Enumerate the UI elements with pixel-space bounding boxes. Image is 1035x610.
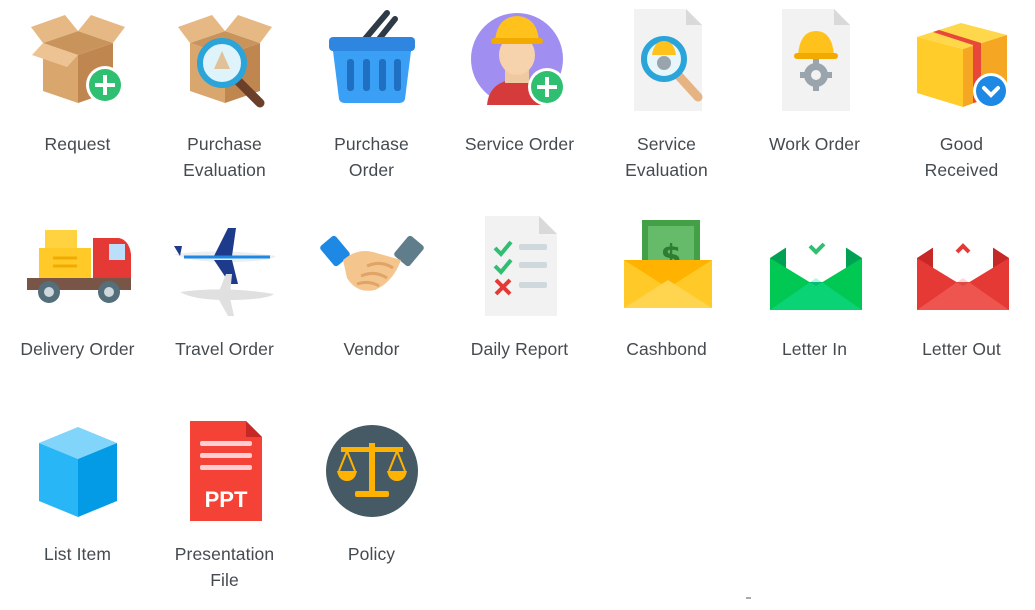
policy-tile[interactable]: Policy [298, 413, 445, 567]
box-magnifier-icon [177, 15, 272, 108]
good-received-label: Good Received [924, 134, 999, 180]
cashbond-label: Cashbond [626, 339, 707, 359]
service-evaluation-label: Service Evaluation [625, 134, 708, 180]
shopping-basket-icon [328, 10, 415, 103]
daily-report-tile[interactable]: Daily Report [446, 208, 593, 362]
delivery-truck-icon [26, 230, 131, 303]
delivery-order-label: Delivery Order [20, 339, 135, 359]
document-magnifier-icon [633, 9, 702, 111]
travel-order-label: Travel Order [175, 339, 274, 359]
cube-icon [38, 427, 117, 517]
purchase-order-tile[interactable]: Purchase Order [298, 3, 445, 183]
handshake-icon [319, 235, 424, 291]
ppt-file-icon: PPT [189, 421, 262, 521]
vendor-label: Vendor [343, 339, 400, 359]
presentation-file-tile[interactable]: PPT Presentation File [151, 413, 298, 593]
request-label: Request [44, 134, 111, 154]
checklist-icon [484, 216, 557, 316]
daily-report-label: Daily Report [470, 339, 569, 359]
vendor-tile[interactable]: Vendor [298, 208, 445, 362]
letter-in-tile[interactable]: Letter In [741, 208, 888, 362]
work-order-tile[interactable]: Work Order [741, 3, 888, 157]
menu-grid: Request Purchase Evaluation Purchase Ord… [0, 0, 1035, 610]
ppt-text: PPT [204, 487, 247, 512]
list-item-tile[interactable]: List Item [4, 413, 151, 567]
work-order-label: Work Order [768, 134, 861, 154]
envelope-out-icon [916, 222, 1009, 310]
policy-label: Policy [347, 544, 396, 564]
package-download-icon [916, 23, 1009, 109]
service-order-tile[interactable]: Service Order [446, 3, 593, 157]
envelope-in-icon [769, 222, 862, 310]
list-item-label: List Item [43, 544, 112, 564]
request-box-plus-icon [30, 15, 125, 104]
scales-icon [325, 425, 418, 517]
purchase-evaluation-tile[interactable]: Purchase Evaluation [151, 3, 298, 183]
letter-in-label: Letter In [781, 339, 848, 359]
request-tile[interactable]: Request [4, 3, 151, 157]
document-helmet-gear-icon [781, 9, 850, 111]
good-received-tile[interactable]: Good Received [888, 3, 1035, 183]
purchase-evaluation-label: Purchase Evaluation [183, 134, 266, 180]
letter-out-label: Letter Out [922, 339, 1001, 359]
cursor-mark-icon [746, 597, 751, 599]
cashbond-tile[interactable]: $ Cashbond [593, 208, 740, 362]
purchase-order-label: Purchase Order [334, 134, 409, 180]
worker-plus-icon [470, 13, 566, 106]
airplanes-icon [173, 228, 276, 316]
presentation-file-label: Presentation File [174, 544, 275, 590]
delivery-order-tile[interactable]: Delivery Order [4, 208, 151, 362]
travel-order-tile[interactable]: Travel Order [151, 208, 298, 362]
money-envelope-icon: $ [623, 220, 712, 308]
service-evaluation-tile[interactable]: Service Evaluation [593, 3, 740, 183]
letter-out-tile[interactable]: Letter Out [888, 208, 1035, 362]
service-order-label: Service Order [464, 134, 575, 154]
